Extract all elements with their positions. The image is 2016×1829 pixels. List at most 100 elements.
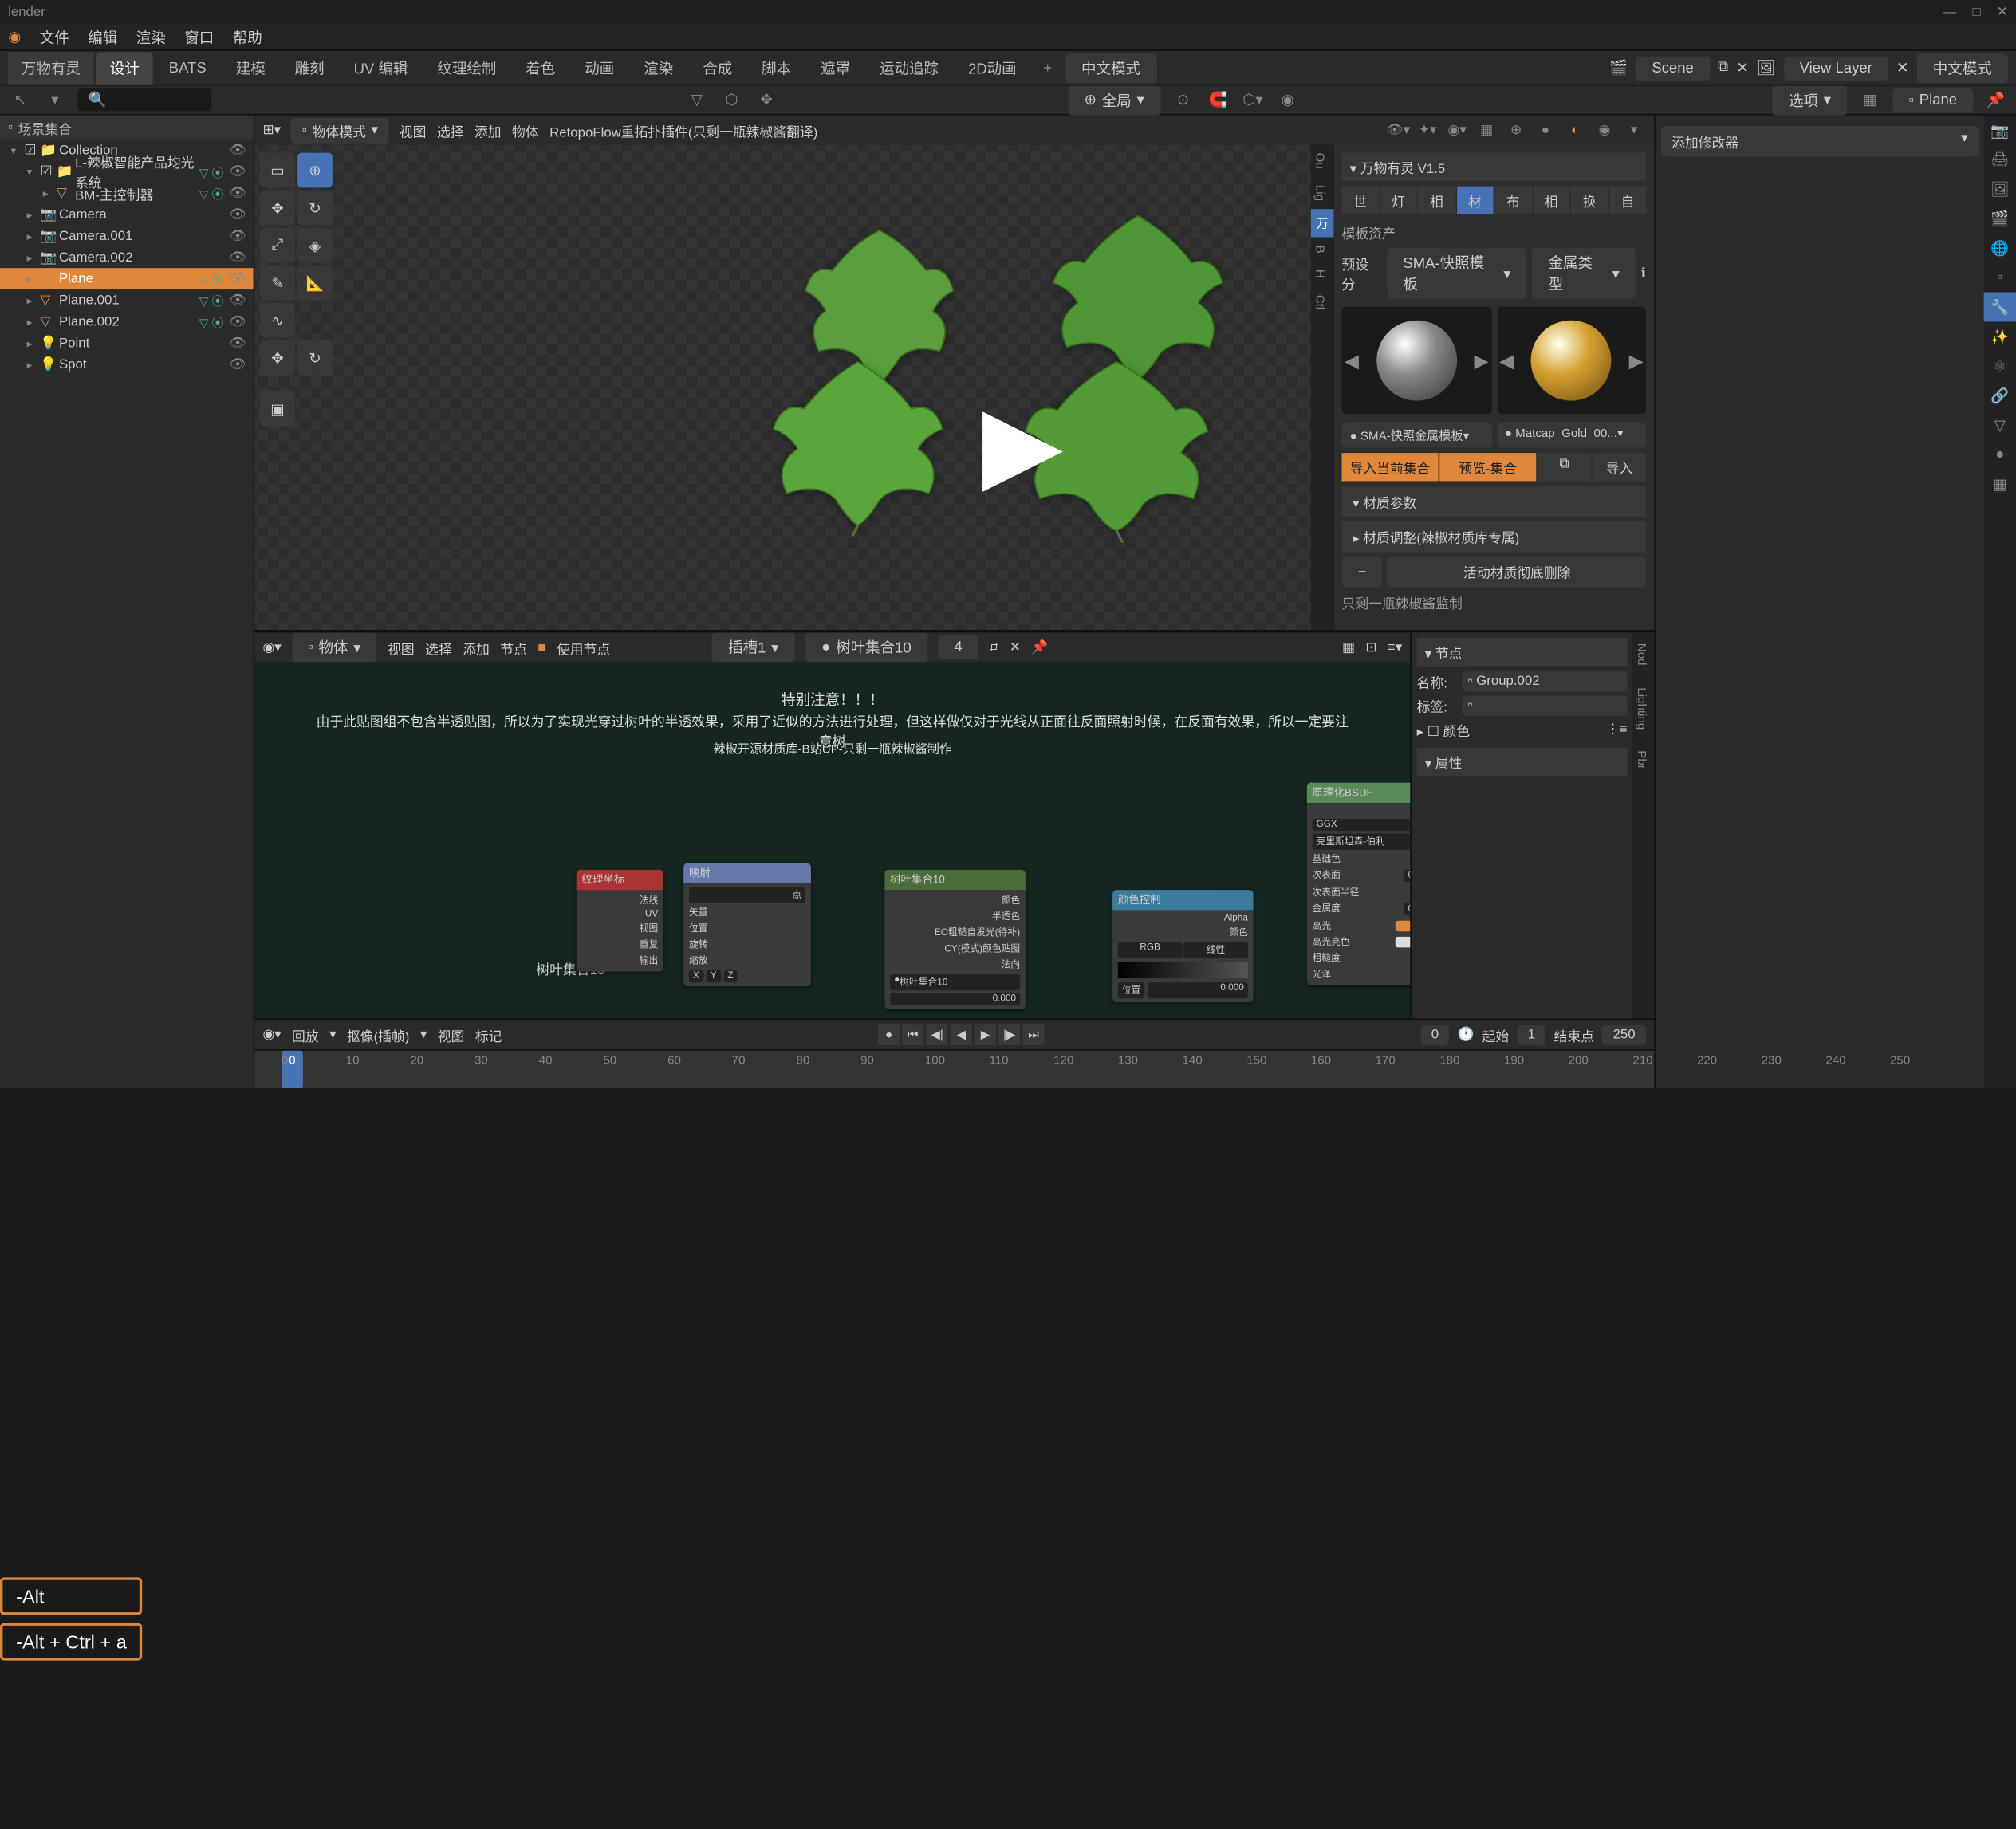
outliner-row-10[interactable]: ▸💡Spot👁 xyxy=(0,354,254,376)
autokeying-icon[interactable]: ● xyxy=(878,1024,900,1045)
ws-tab-4[interactable]: 雕刻 xyxy=(282,52,338,84)
ptab-render[interactable]: 📷 xyxy=(1984,116,2016,145)
timeline-ruler[interactable]: 0 01020304050607080901001101201301401501… xyxy=(254,1049,1654,1088)
end-frame-input[interactable]: 250 xyxy=(1602,1025,1646,1044)
node-tag-input[interactable]: ▫ xyxy=(1463,695,1628,715)
npanel-tab-3[interactable]: 材 xyxy=(1456,187,1493,214)
ne-menu-add[interactable]: 添加 xyxy=(463,637,490,657)
mode-dropdown[interactable]: ▫ 物体模式 ▾ xyxy=(291,117,388,143)
color-ramp[interactable] xyxy=(1118,962,1248,978)
menu-window[interactable]: 窗口 xyxy=(184,26,214,48)
outliner-row-3[interactable]: ▸📷Camera👁 xyxy=(0,203,254,225)
ptab-particle[interactable]: ✨ xyxy=(1984,321,2016,351)
ne-menu-view[interactable]: 视图 xyxy=(388,637,415,657)
viewlayer-del-icon[interactable]: ✕ xyxy=(1896,59,1908,77)
tl-playback[interactable]: 回放 xyxy=(292,1025,319,1044)
mat-new-icon[interactable]: ⧉ xyxy=(989,640,998,655)
ws-tab-8[interactable]: 动画 xyxy=(571,52,628,84)
tool-add[interactable]: ▣ xyxy=(260,391,295,427)
tl-type-icon[interactable]: ◉▾ xyxy=(262,1027,281,1041)
ptab-viewlayer[interactable]: 🖼 xyxy=(1984,175,2016,204)
ptab-constraint[interactable]: 🔗 xyxy=(1984,380,2016,410)
npanel-tab-1[interactable]: 灯 xyxy=(1380,187,1416,214)
outliner-row-5[interactable]: ▸📷Camera.002👁 xyxy=(0,246,254,268)
play-rev-icon[interactable]: ◀ xyxy=(951,1024,972,1045)
mat-unlink-icon[interactable]: ✕ xyxy=(1010,640,1021,655)
ws-add[interactable]: + xyxy=(1033,54,1063,81)
mat-preview-1[interactable]: ◀ ▶ xyxy=(1342,307,1491,414)
ptab-modifier[interactable]: 🔧 xyxy=(1984,292,2016,321)
vtab-ctl[interactable]: Ctl xyxy=(1311,286,1330,317)
add-modifier-dropdown[interactable]: 添加修改器 ▾ xyxy=(1661,126,1979,157)
filter-icon[interactable]: ▽ xyxy=(685,88,709,112)
mat-users[interactable]: 4 xyxy=(938,635,978,659)
import-button[interactable]: 导入 xyxy=(1593,453,1646,481)
mat-name-2[interactable]: ● Matcap_Gold_00...▾ xyxy=(1497,422,1646,447)
play-icon[interactable]: ▶ xyxy=(975,1024,996,1045)
node-bsdf[interactable]: 原理化BSDF BSDF GGX 克里斯坦森-伯利 基础色 次表面0.000 次… xyxy=(1307,783,1410,985)
ptab-scene[interactable]: 🎬 xyxy=(1984,203,2016,233)
shading-solid-icon[interactable]: ● xyxy=(1534,118,1557,142)
ws-tab-9[interactable]: 渲染 xyxy=(630,52,687,84)
tool-select[interactable]: ▭ xyxy=(260,153,295,188)
pin-icon[interactable]: 📌 xyxy=(1984,88,2008,112)
pivot-icon[interactable]: ⊙ xyxy=(1171,88,1195,112)
gizmo-icon[interactable]: ✦▾ xyxy=(1416,118,1439,142)
vp-menu-select[interactable]: 选择 xyxy=(437,120,464,140)
snap-menu-icon[interactable]: ⬡▾ xyxy=(1241,88,1265,112)
mat-preview-2[interactable]: ◀ ▶ xyxy=(1497,307,1646,414)
ws-tab-14[interactable]: 2D动画 xyxy=(955,52,1030,84)
preview-collection-button[interactable]: 预览-集合 xyxy=(1439,453,1536,481)
ws-tab-13[interactable]: 运动追踪 xyxy=(866,52,952,84)
outliner-row-6[interactable]: ▸▽Plane▽ ⦿👁 xyxy=(0,268,254,289)
tool-extra2[interactable]: ✥ xyxy=(260,340,295,376)
maximize-icon[interactable]: □ xyxy=(1972,5,1980,19)
npanel-tab-7[interactable]: 自 xyxy=(1609,187,1646,214)
menu-file[interactable]: 文件 xyxy=(40,26,69,48)
cursor-icon[interactable]: ↖ xyxy=(8,88,32,112)
node-canvas[interactable]: 特别注意！！！ 由于此贴图组不包含半透贴图，所以为了实现光穿过树叶的半透效果，采… xyxy=(254,662,1410,1018)
lang-mode-button-2[interactable]: 中文模式 xyxy=(1917,53,2008,82)
node-group1[interactable]: 树叶集合10 颜色半透色EO粗糙自发光(待补)CY(模式)颜色贴图法向 ● 树叶… xyxy=(884,870,1025,1009)
ne-menu-icon[interactable]: ≡▾ xyxy=(1388,640,1402,655)
npanel-tab-5[interactable]: 相 xyxy=(1533,187,1569,214)
lang-mode-button[interactable]: 中文模式 xyxy=(1065,53,1156,82)
material-dropdown[interactable]: ● 树叶集合10 xyxy=(805,632,927,662)
npanel-tab-6[interactable]: 换 xyxy=(1571,187,1608,214)
tool-scale[interactable]: ⤢ xyxy=(260,228,295,263)
outliner-row-8[interactable]: ▸▽Plane.002▽ ⦿👁 xyxy=(0,311,254,332)
tool-transform[interactable]: ◈ xyxy=(297,228,333,263)
next-mat-2-icon[interactable]: ▶ xyxy=(1629,349,1644,372)
ws-tab-2[interactable]: BATS xyxy=(156,54,220,81)
tl-marker[interactable]: 标记 xyxy=(475,1025,502,1044)
overlay-icon[interactable]: ◉▾ xyxy=(1445,118,1469,142)
outliner-row-7[interactable]: ▸▽Plane.001▽ ⦿👁 xyxy=(0,289,254,311)
outliner-row-9[interactable]: ▸💡Point👁 xyxy=(0,332,254,354)
ntab-pbr[interactable]: Pbr xyxy=(1632,740,1652,780)
menu-edit[interactable]: 编辑 xyxy=(88,26,117,48)
next-mat-1-icon[interactable]: ▶ xyxy=(1474,349,1488,372)
orient-dropdown[interactable]: ⊕ 全局 ▾ xyxy=(1068,85,1160,115)
scene-del-icon[interactable]: ✕ xyxy=(1736,59,1748,77)
vp-menu-object[interactable]: 物体 xyxy=(512,120,539,140)
ntab-lighting[interactable]: Lighting xyxy=(1632,676,1652,740)
ne-menu-node[interactable]: 节点 xyxy=(500,637,527,657)
search-input[interactable]: 🔍 xyxy=(77,88,211,112)
prev-mat-1-icon[interactable]: ◀ xyxy=(1345,349,1359,372)
ptab-mesh[interactable]: ▽ xyxy=(1984,410,2016,439)
start-frame-input[interactable]: 1 xyxy=(1517,1025,1545,1044)
close-icon[interactable]: ✕ xyxy=(1997,5,2008,19)
mat-adjust-row[interactable]: ▸ 材质调整(辣椒材质库专属) xyxy=(1342,521,1647,553)
color-toggle[interactable]: ▸ ☐ 颜色 xyxy=(1417,720,1470,740)
tool-extra3[interactable]: ↻ xyxy=(297,340,333,376)
minimize-icon[interactable]: ― xyxy=(1943,5,1956,19)
tool-cursor[interactable]: ⊕ xyxy=(297,153,333,188)
next-keyframe-icon[interactable]: |▶ xyxy=(998,1024,1020,1045)
npanel-tab-4[interactable]: 布 xyxy=(1494,187,1531,214)
ntab-nod[interactable]: Nod xyxy=(1632,632,1652,676)
current-frame-input[interactable]: 0 xyxy=(1420,1025,1449,1044)
scene-selector[interactable]: Scene xyxy=(1636,56,1710,80)
node-editor-type-icon[interactable]: ◉▾ xyxy=(262,640,281,655)
select-vis-icon[interactable]: 👁▾ xyxy=(1386,118,1410,142)
shading-matprev-icon[interactable]: ◐ xyxy=(1563,118,1587,142)
